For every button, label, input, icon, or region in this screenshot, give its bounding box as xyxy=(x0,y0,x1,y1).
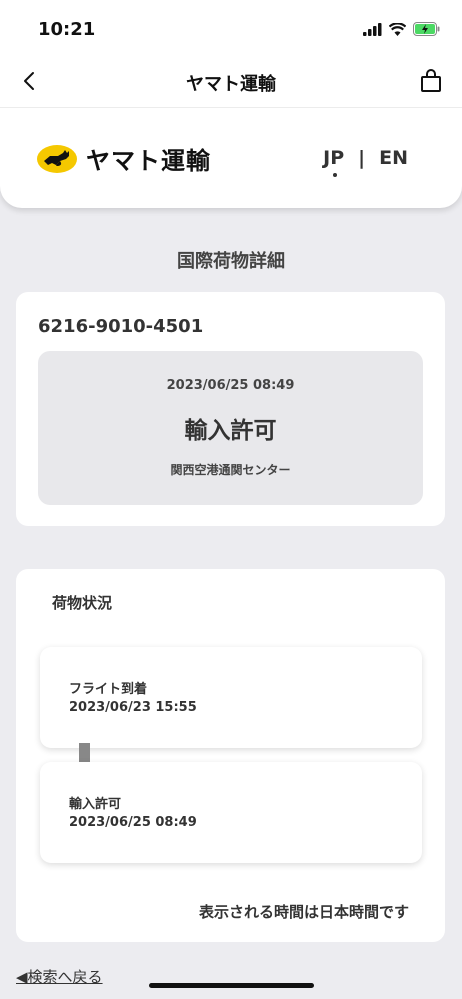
battery-charging-icon xyxy=(413,22,440,36)
latest-status-location: 関西空港通関センター xyxy=(170,463,291,477)
back-to-search-link[interactable]: ◀検索へ戻る xyxy=(16,966,103,987)
latest-status-label: 輸入許可 xyxy=(184,418,277,444)
event-datetime: 2023/06/23 15:55 xyxy=(69,700,197,715)
lang-en[interactable]: EN xyxy=(379,147,408,169)
shipment-history-card: 荷物状況 フライト到着 2023/06/23 15:55 輸入許可 2023/0… xyxy=(16,569,445,942)
latest-status-box: 2023/06/25 08:49 輸入許可 関西空港通関センター xyxy=(38,351,423,505)
logo-text: ヤマト運輸 xyxy=(86,147,211,175)
yamato-logo[interactable]: ヤマト運輸 xyxy=(36,141,211,176)
lang-jp[interactable]: JP xyxy=(323,147,344,169)
status-icons xyxy=(363,21,440,37)
section-title: 国際荷物詳細 xyxy=(177,251,285,272)
event-datetime: 2023/06/25 08:49 xyxy=(69,815,197,830)
shipment-summary-card: 6216-9010-4501 2023/06/25 08:49 輸入許可 関西空… xyxy=(16,292,445,526)
history-title: 荷物状況 xyxy=(52,594,113,612)
nav-divider xyxy=(0,107,462,108)
tracking-number: 6216-9010-4501 xyxy=(38,316,204,337)
home-indicator xyxy=(149,983,314,988)
black-cat-logo-icon xyxy=(37,144,77,173)
timeline-connector xyxy=(79,743,90,762)
latest-status-date: 2023/06/25 08:49 xyxy=(166,378,295,393)
wifi-icon xyxy=(389,22,406,36)
event-label: フライト到着 xyxy=(69,682,148,697)
lang-separator: | xyxy=(358,147,366,169)
history-event: 輸入許可 2023/06/25 08:49 xyxy=(40,762,422,863)
language-switcher: JP | EN xyxy=(323,147,408,177)
nav-title: ヤマト運輸 xyxy=(186,74,276,95)
shopping-bag-icon[interactable] xyxy=(416,66,446,96)
event-label: 輸入許可 xyxy=(69,797,122,812)
status-time: 10:21 xyxy=(38,19,96,40)
signal-icon xyxy=(363,22,382,36)
history-event: フライト到着 2023/06/23 15:55 xyxy=(40,647,422,748)
timezone-note: 表示される時間は日本時間です xyxy=(198,903,409,921)
